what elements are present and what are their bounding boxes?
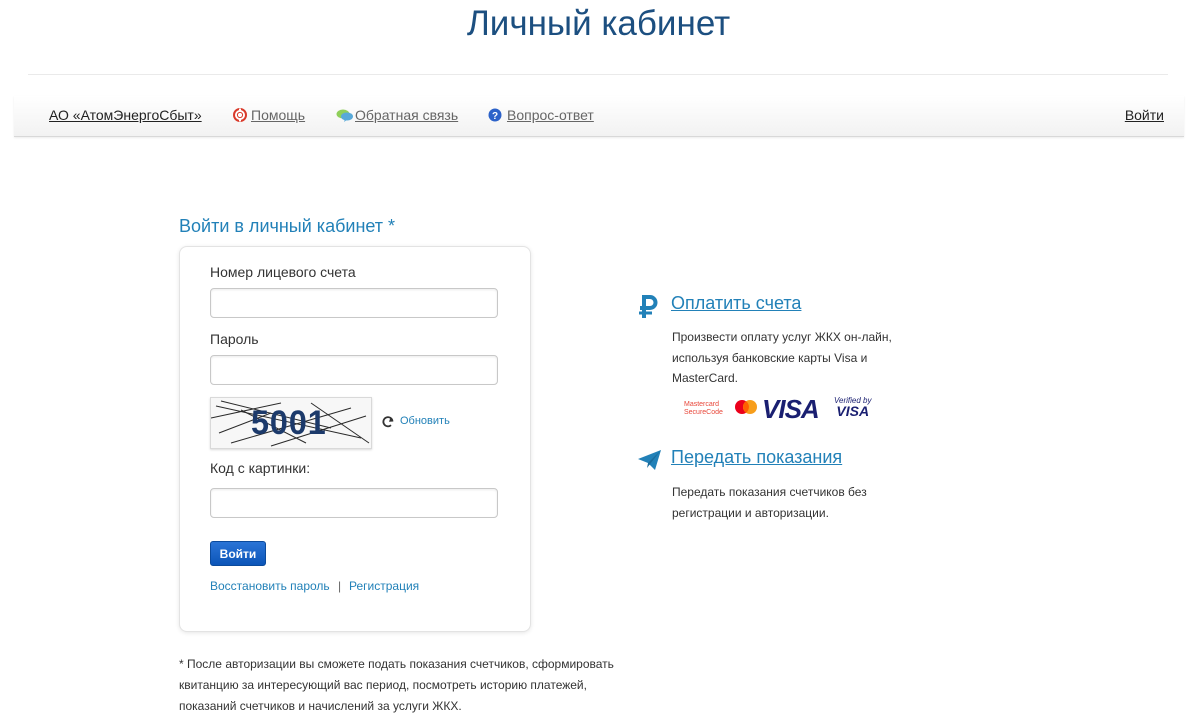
ruble-icon bbox=[639, 295, 658, 318]
top-navbar: АО «АтомЭнергоСбыт» Помощь Обратная связ… bbox=[14, 96, 1184, 137]
captcha-label: Код с картинки: bbox=[210, 460, 311, 476]
login-footnote: * После авторизации вы сможете подать по… bbox=[179, 657, 614, 713]
account-number-input[interactable] bbox=[210, 288, 498, 318]
mastercard-icon bbox=[735, 400, 757, 414]
question-circle-icon: ? bbox=[488, 108, 502, 122]
captcha-refresh-link[interactable]: Обновить bbox=[400, 415, 450, 427]
nav-help-link[interactable]: Помощь bbox=[251, 107, 305, 123]
restore-password-link[interactable]: Восстановить пароль bbox=[210, 579, 330, 593]
page-title: Личный кабинет bbox=[466, 4, 731, 43]
nav-login-link[interactable]: Войти bbox=[1125, 107, 1164, 123]
account-number-label: Номер лицевого счета bbox=[210, 264, 356, 280]
submit-readings-description: Передать показания счетчиков без регистр… bbox=[672, 485, 867, 520]
lifebuoy-icon bbox=[233, 108, 247, 122]
pay-bills-description: Произвести оплату услуг ЖКХ он-лайн, исп… bbox=[672, 330, 892, 385]
login-heading: Войти в личный кабинет * bbox=[179, 216, 396, 236]
paper-plane-icon bbox=[638, 450, 661, 470]
chat-bubbles-icon bbox=[336, 109, 353, 122]
nav-company-link[interactable]: АО «АтомЭнергоСбыт» bbox=[49, 107, 202, 123]
nav-faq-link[interactable]: Вопрос-ответ bbox=[507, 107, 594, 123]
login-submit-button[interactable]: Войти bbox=[210, 541, 266, 566]
password-input[interactable] bbox=[210, 355, 498, 385]
pay-bills-link[interactable]: Оплатить счета bbox=[671, 293, 801, 314]
captcha-code: 5001 bbox=[250, 404, 327, 442]
submit-readings-link[interactable]: Передать показания bbox=[671, 447, 842, 468]
visa-logo: VISA bbox=[762, 394, 820, 424]
link-separator: | bbox=[338, 579, 342, 593]
verified-by-visa-logo: Verified by VISA bbox=[834, 396, 872, 419]
password-label: Пароль bbox=[210, 331, 259, 347]
svg-text:?: ? bbox=[492, 111, 498, 122]
register-link[interactable]: Регистрация bbox=[349, 579, 419, 593]
captcha-input[interactable] bbox=[210, 488, 498, 518]
page: Личный кабинет АО «АтомЭнергоСбыт» Помощ… bbox=[0, 0, 1200, 720]
refresh-icon[interactable] bbox=[381, 415, 395, 429]
payment-logos: Mastercard SecureCode VISA Verified by V… bbox=[684, 394, 880, 424]
nav-feedback-link[interactable]: Обратная связь bbox=[355, 107, 458, 123]
mastercard-securecode-logo: Mastercard SecureCode bbox=[684, 401, 723, 416]
captcha-image: 5001 bbox=[210, 397, 372, 449]
login-panel: Номер лицевого счета Пароль 5001 Обновит… bbox=[179, 246, 531, 632]
title-divider bbox=[28, 74, 1168, 75]
